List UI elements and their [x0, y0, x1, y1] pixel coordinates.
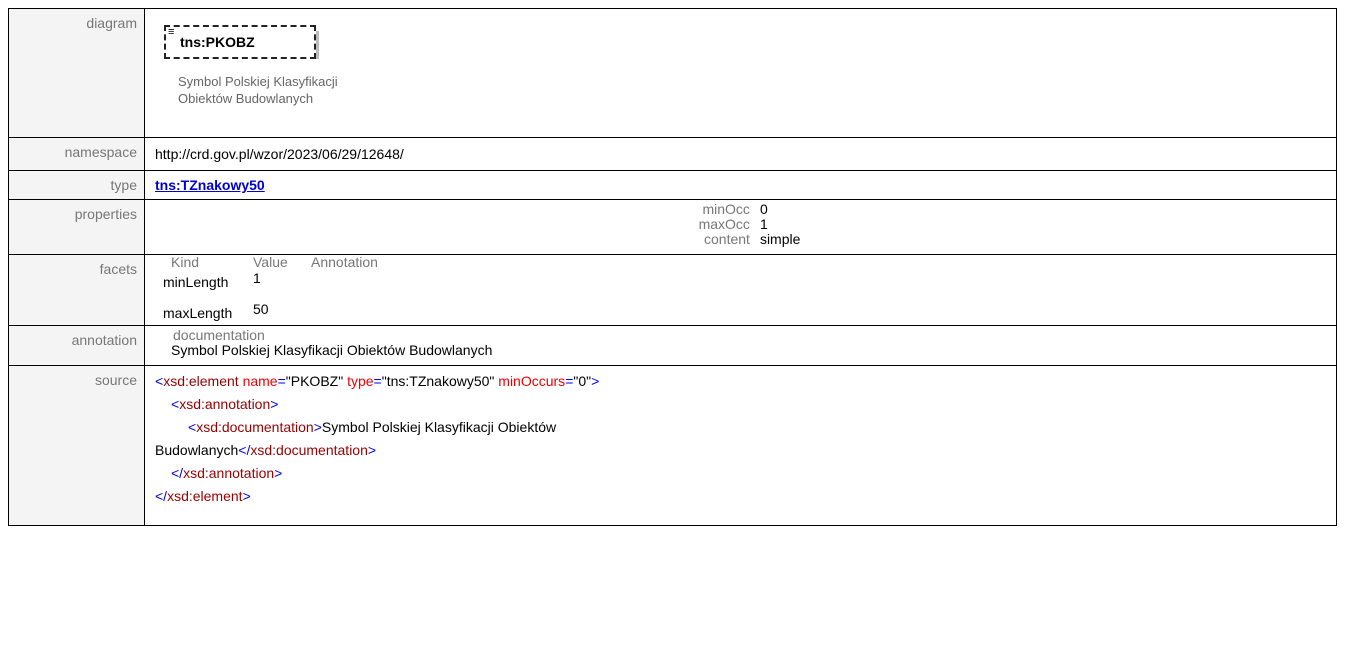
facet-value: 1	[253, 270, 261, 286]
source-line-6: </xsd:element>	[155, 488, 251, 504]
row-label-source: source	[8, 365, 145, 526]
diagram-cell: ≡ tns:PKOBZ Symbol Polskiej Klasyfikacji…	[144, 8, 1337, 138]
element-diagram-box[interactable]: ≡ tns:PKOBZ	[164, 25, 319, 59]
row-label-diagram: diagram	[8, 8, 145, 138]
properties-cell: minOcc 0 maxOcc 1 content simple	[144, 199, 1337, 255]
type-link[interactable]: tns:TZnakowy50	[155, 177, 265, 193]
property-key: content	[704, 231, 750, 247]
row-label-properties: properties	[8, 199, 145, 255]
row-label-type: type	[8, 170, 145, 200]
facet-value: 50	[253, 301, 269, 317]
row-namespace: namespace http://crd.gov.pl/wzor/2023/06…	[8, 137, 1337, 171]
facets-header-annotation: Annotation	[311, 254, 378, 270]
element-doc-caption: Symbol Polskiej Klasyfikacji Obiektów Bu…	[178, 73, 1336, 107]
facet-annotation	[311, 294, 378, 325]
row-diagram: diagram ≡ tns:PKOBZ Symbol Polskiej Klas…	[8, 8, 1337, 138]
element-doc-line2: Obiektów Budowlanych	[178, 91, 314, 106]
property-value: 1	[759, 216, 768, 232]
facet-kind: maxLength	[163, 305, 233, 321]
row-label-annotation: annotation	[8, 325, 145, 366]
row-annotation: annotation documentation Symbol Polskiej…	[8, 325, 1337, 366]
facet-annotation	[311, 270, 378, 294]
source-code: <xsd:element name="PKOBZ" type="tns:TZna…	[144, 365, 1337, 526]
facets-header-value: Value	[253, 254, 288, 270]
row-label-facets: facets	[8, 254, 145, 326]
property-value: 0	[759, 201, 768, 217]
source-line-5: </xsd:annotation>	[171, 465, 283, 481]
facets-header-row: Kind Value Annotation	[163, 255, 378, 270]
source-line-1: <xsd:element name="PKOBZ" type="tns:TZna…	[155, 373, 600, 389]
annotation-doc-label: documentation	[173, 327, 265, 343]
annotation-doc-text: Symbol Polskiej Klasyfikacji Obiektów Bu…	[171, 342, 493, 358]
source-line-3: <xsd:documentation>Symbol Polskiej Klasy…	[188, 419, 557, 435]
property-key: maxOcc	[698, 216, 750, 232]
annotation-cell: documentation Symbol Polskiej Klasyfikac…	[144, 325, 1337, 366]
type-cell: tns:TZnakowy50	[144, 170, 1337, 200]
element-box-shadow	[316, 31, 319, 59]
row-type: type tns:TZnakowy50	[8, 170, 1337, 200]
annotation-lines-icon: ≡	[168, 26, 175, 38]
facets-table: Kind Value Annotation minLength 1 maxLen…	[163, 255, 378, 325]
facets-header-kind: Kind	[171, 254, 200, 270]
facet-row: minLength 1	[163, 270, 378, 294]
property-value: simple	[759, 231, 801, 247]
row-properties: properties minOcc 0 maxOcc 1 content sim…	[8, 199, 1337, 255]
element-name: tns:PKOBZ	[180, 34, 255, 50]
row-facets: facets Kind Value Annotation minLength 1…	[8, 254, 1337, 326]
row-source: source <xsd:element name="PKOBZ" type="t…	[8, 365, 1337, 526]
namespace-value: http://crd.gov.pl/wzor/2023/06/29/12648/	[144, 137, 1337, 171]
source-line-4: Budowlanych</xsd:documentation>	[155, 442, 377, 458]
facet-row: maxLength 50	[163, 294, 378, 325]
row-label-namespace: namespace	[8, 137, 145, 171]
facet-kind: minLength	[163, 274, 229, 290]
property-key: minOcc	[702, 201, 750, 217]
facets-cell: Kind Value Annotation minLength 1 maxLen…	[144, 254, 1337, 326]
properties-list: minOcc 0 maxOcc 1 content simple	[163, 202, 1336, 247]
source-line-2: <xsd:annotation>	[171, 396, 279, 412]
schema-doc-table: diagram ≡ tns:PKOBZ Symbol Polskiej Klas…	[8, 8, 1337, 526]
element-doc-line1: Symbol Polskiej Klasyfikacji	[178, 74, 338, 89]
